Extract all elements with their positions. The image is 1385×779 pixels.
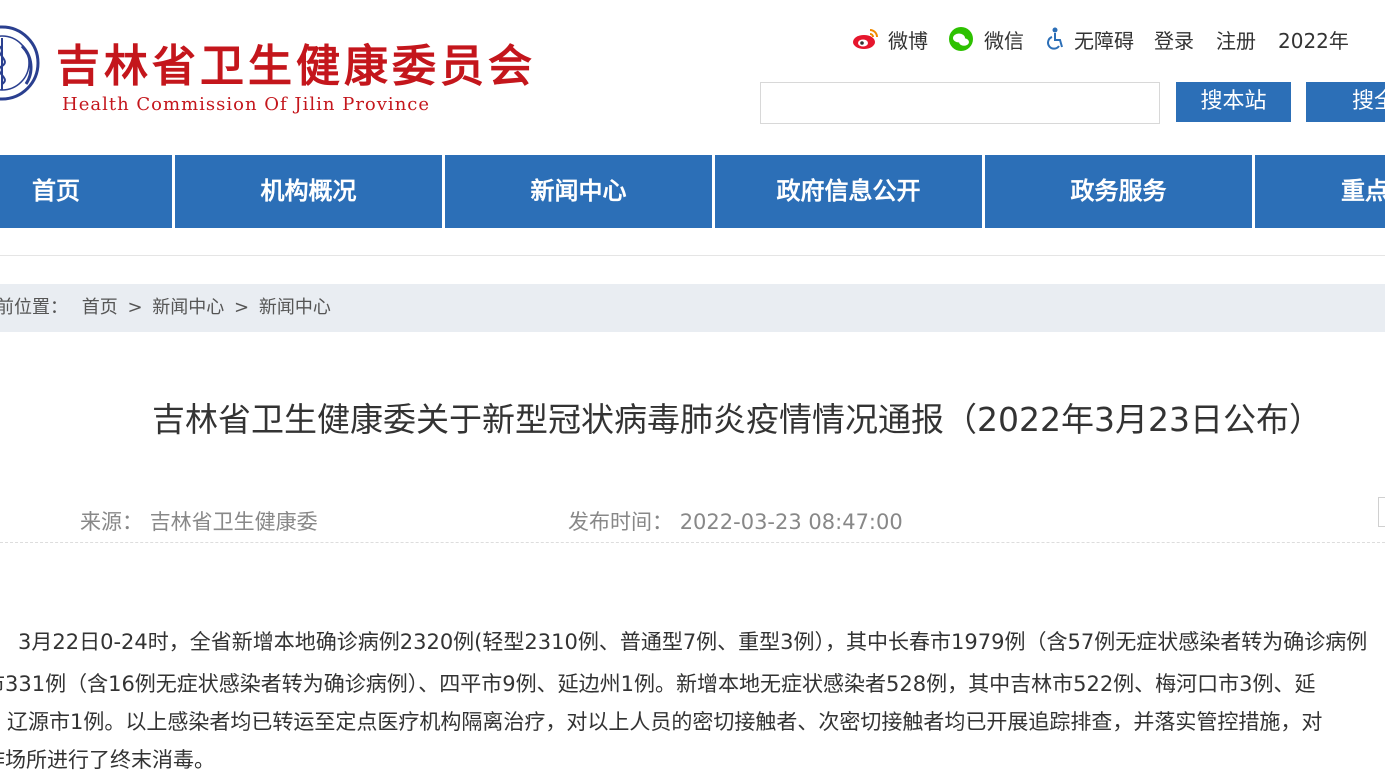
- article-paragraph: 、辽源市1例。以上感染者均已转运至定点医疗机构隔离治疗，对以上人员的密切接触者、…: [0, 710, 1323, 734]
- meta-divider: [0, 542, 1385, 543]
- top-links: 微博 微信 无障碍 登录 注册 2022年: [852, 22, 1349, 56]
- nav-item-news[interactable]: 新闻中心: [445, 155, 715, 228]
- search-site-button[interactable]: 搜本站: [1176, 82, 1291, 122]
- login-link[interactable]: 登录: [1154, 25, 1194, 54]
- time-label: 发布时间：: [568, 510, 673, 534]
- breadcrumb-news[interactable]: 新闻中心: [152, 284, 224, 332]
- weibo-icon: [853, 29, 878, 49]
- site-title: 吉林省卫生健康委员会: [56, 41, 536, 92]
- nav-item-services[interactable]: 政务服务: [985, 155, 1255, 228]
- nav-item-key[interactable]: 重点: [1255, 155, 1385, 228]
- wechat-label: 微信: [984, 28, 1024, 53]
- breadcrumb: 前位置： 首页 > 新闻中心 > 新闻中心: [0, 284, 1385, 332]
- article-paragraph: 市331例（含16例无症状感染者转为确诊病例）、四平市9例、延边州1例。新增本地…: [0, 672, 1316, 696]
- article-paragraph: 3月22日0-24时，全省新增本地确诊病例2320例(轻型2310例、普通型7例…: [18, 630, 1368, 654]
- search-input[interactable]: [760, 82, 1160, 124]
- article-time: 发布时间： 2022-03-23 08:47:00: [568, 506, 903, 536]
- article-paragraph: 作场所进行了终末消毒。: [0, 748, 215, 772]
- accessibility-label: 无障碍: [1074, 28, 1134, 53]
- source-value: 吉林省卫生健康委: [149, 510, 318, 534]
- breadcrumb-separator: >: [127, 297, 143, 318]
- search-all-button[interactable]: 搜全: [1306, 82, 1385, 122]
- time-value: 2022-03-23 08:47:00: [679, 510, 903, 534]
- breadcrumb-home[interactable]: 首页: [82, 284, 118, 332]
- breadcrumb-label: 前位置：: [0, 297, 68, 318]
- accessibility-link[interactable]: 无障碍: [1044, 25, 1134, 54]
- nav-item-home[interactable]: 首页: [0, 155, 175, 228]
- current-date: 2022年: [1278, 28, 1349, 53]
- main-nav: 首页 机构概况 新闻中心 政府信息公开 政务服务 重点: [0, 155, 1385, 228]
- source-label: 来源：: [80, 510, 143, 534]
- article-title: 吉林省卫生健康委关于新型冠状病毒肺炎疫情情况通报（2022年3月23日公布）: [152, 400, 1322, 439]
- font-size-toggle[interactable]: [1378, 497, 1385, 527]
- wechat-link[interactable]: 微信: [948, 25, 1024, 54]
- nav-item-about[interactable]: 机构概况: [175, 155, 445, 228]
- register-link[interactable]: 注册: [1216, 25, 1256, 54]
- wechat-icon: [949, 27, 973, 51]
- commission-seal-logo[interactable]: [0, 0, 42, 128]
- breadcrumb-separator: >: [234, 297, 250, 318]
- weibo-label: 微博: [888, 28, 928, 53]
- nav-item-gov-info[interactable]: 政府信息公开: [715, 155, 985, 228]
- breadcrumb-current[interactable]: 新闻中心: [259, 284, 331, 332]
- site-subtitle: Health Commission Of Jilin Province: [62, 94, 431, 115]
- weibo-link[interactable]: 微博: [852, 25, 928, 54]
- site-header: 吉林省卫生健康委员会 Health Commission Of Jilin Pr…: [0, 0, 1385, 150]
- article-source: 来源： 吉林省卫生健康委: [80, 506, 318, 536]
- accessibility-icon: [1047, 27, 1063, 50]
- divider: [0, 255, 1385, 256]
